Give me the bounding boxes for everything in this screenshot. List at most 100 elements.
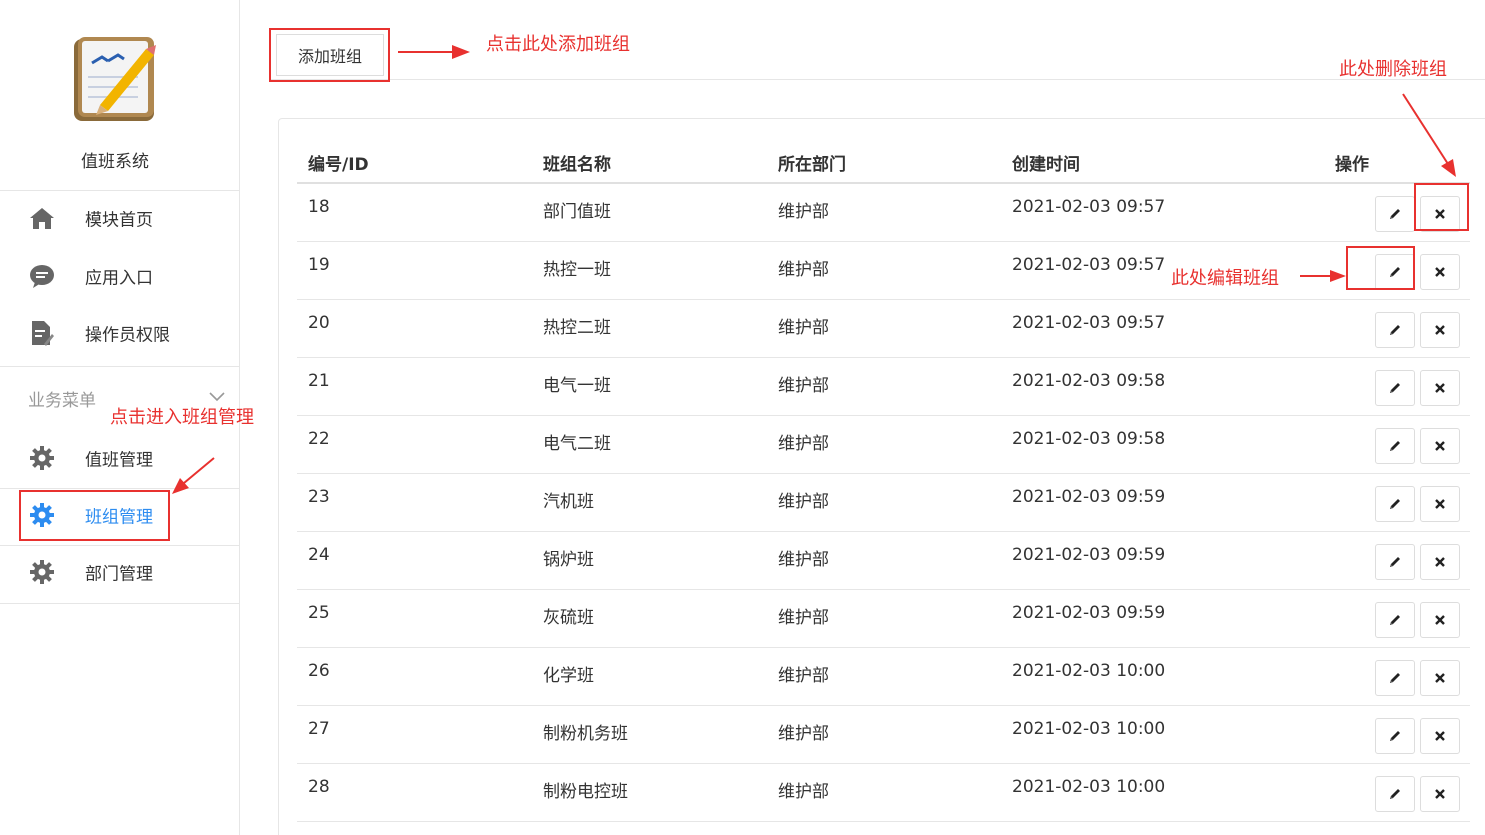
sidebar-item-label: 操作员权限 [85,325,170,346]
cell-created-time: 2021-02-03 09:58 [1012,429,1166,449]
cell-created-time: 2021-02-03 09:58 [1012,371,1166,391]
cell-department: 维护部 [778,782,829,802]
edit-button[interactable] [1375,486,1415,522]
table-row: 19 热控一班 维护部 2021-02-03 09:57 [297,242,1470,300]
sidebar-item-operator-permissions[interactable]: 操作员权限 [0,305,240,361]
delete-button[interactable] [1420,312,1460,348]
edit-button[interactable] [1375,602,1415,638]
cell-id: 21 [308,371,330,391]
annotation-box-add [269,28,390,82]
row-actions [1375,660,1460,696]
delete-button[interactable] [1420,428,1460,464]
table-row: 24 锅炉班 维护部 2021-02-03 09:59 [297,532,1470,590]
delete-button[interactable] [1420,776,1460,812]
pencil-icon [1390,673,1400,683]
delete-button[interactable] [1420,660,1460,696]
sidebar-item-home[interactable]: 模块首页 [0,190,240,246]
table-row: 26 化学班 维护部 2021-02-03 10:00 [297,648,1470,706]
cell-team-name: 汽机班 [543,492,594,512]
cell-department: 维护部 [778,318,829,338]
row-actions [1375,370,1460,406]
edit-button[interactable] [1375,428,1415,464]
cell-id: 28 [308,777,330,797]
gear-icon [28,444,56,472]
delete-button[interactable] [1420,602,1460,638]
cell-id: 27 [308,719,330,739]
close-icon [1435,441,1445,451]
annotation-add: 点击此处添加班组 [486,34,630,55]
table-row: 28 制粉电控班 维护部 2021-02-03 10:00 [297,764,1470,822]
row-actions [1375,718,1460,754]
table-row: 18 部门值班 维护部 2021-02-03 09:57 [297,184,1470,242]
pencil-icon [1390,383,1400,393]
cell-created-time: 2021-02-03 09:59 [1012,545,1166,565]
close-icon [1435,383,1445,393]
close-icon [1435,615,1445,625]
sidebar-item-label: 应用入口 [85,268,153,289]
close-icon [1435,557,1445,567]
table-row: 25 灰硫班 维护部 2021-02-03 09:59 [297,590,1470,648]
edit-button[interactable] [1375,660,1415,696]
edit-button[interactable] [1375,718,1415,754]
pencil-icon [1390,441,1400,451]
cell-department: 维护部 [778,550,829,570]
annotation-delete: 此处删除班组 [1339,59,1447,80]
annotation-box-delete [1414,183,1469,231]
app-logo [72,35,158,123]
cell-id: 25 [308,603,330,623]
cell-created-time: 2021-02-03 10:00 [1012,661,1166,681]
cell-created-time: 2021-02-03 09:57 [1012,255,1166,275]
header-department: 所在部门 [778,155,846,175]
cell-id: 18 [308,197,330,217]
close-icon [1435,731,1445,741]
sidebar-divider [0,366,240,367]
annotation-edit: 此处编辑班组 [1171,268,1279,289]
table-row: 20 热控二班 维护部 2021-02-03 09:57 [297,300,1470,358]
delete-button[interactable] [1420,254,1460,290]
cell-department: 维护部 [778,608,829,628]
edit-button[interactable] [1375,776,1415,812]
cell-department: 维护部 [778,260,829,280]
delete-button[interactable] [1420,370,1460,406]
cell-department: 维护部 [778,666,829,686]
row-actions [1375,544,1460,580]
cell-department: 维护部 [778,376,829,396]
close-icon [1435,789,1445,799]
annotation-enter: 点击进入班组管理 [110,407,254,428]
sidebar-divider [0,603,240,604]
delete-button[interactable] [1420,486,1460,522]
close-icon [1435,325,1445,335]
sidebar-item-app-entry[interactable]: 应用入口 [0,248,240,304]
cell-id: 22 [308,429,330,449]
app-name: 值班系统 [81,152,149,172]
pencil-icon [1390,209,1400,219]
annotation-box-enter [19,490,170,541]
table-row: 27 制粉机务班 维护部 2021-02-03 10:00 [297,706,1470,764]
table-row: 22 电气二班 维护部 2021-02-03 09:58 [297,416,1470,474]
delete-button[interactable] [1420,544,1460,580]
row-actions [1375,776,1460,812]
delete-button[interactable] [1420,718,1460,754]
edit-button[interactable] [1375,196,1415,232]
cell-team-name: 化学班 [543,666,594,686]
cell-team-name: 制粉电控班 [543,782,628,802]
cell-id: 23 [308,487,330,507]
cell-team-name: 热控二班 [543,318,611,338]
sidebar-item-duty-management[interactable]: 值班管理 [0,430,240,486]
edit-button[interactable] [1375,370,1415,406]
edit-button[interactable] [1375,544,1415,580]
cell-team-name: 锅炉班 [543,550,594,570]
sidebar-item-department-management[interactable]: 部门管理 [0,544,240,600]
header-created-time: 创建时间 [1012,155,1080,175]
pencil-icon [1390,325,1400,335]
pencil-icon [1390,731,1400,741]
sidebar-item-label: 值班管理 [85,450,153,471]
row-actions [1375,428,1460,464]
table-row: 23 汽机班 维护部 2021-02-03 09:59 [297,474,1470,532]
gear-icon [28,558,56,586]
cell-id: 26 [308,661,330,681]
annotation-box-edit [1346,246,1415,290]
header-id: 编号/ID [308,155,369,175]
edit-button[interactable] [1375,312,1415,348]
cell-created-time: 2021-02-03 10:00 [1012,719,1166,739]
